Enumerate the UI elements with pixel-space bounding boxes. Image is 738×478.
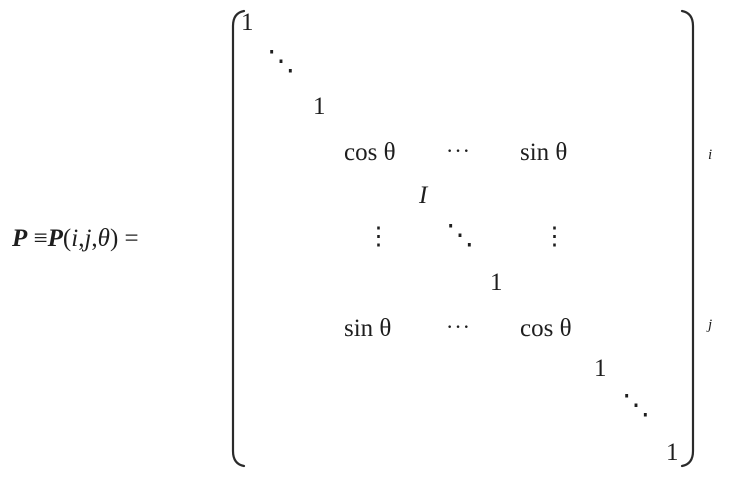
matrix-ddots-mid: ⋱ <box>446 220 474 251</box>
matrix-cdots-row-j: ··· <box>446 314 471 339</box>
matrix-entry-one-bottom: 1 <box>666 439 679 466</box>
matrix-ddots-1: ⋱ <box>267 46 295 77</box>
left-bracket <box>231 9 246 468</box>
right-bracket <box>680 9 695 468</box>
matrix-entry-sin-row-i: sin θ <box>520 139 568 166</box>
matrix-entry-one-top: 1 <box>241 9 254 36</box>
matrix-entry-cos-row-i: cos θ <box>344 140 396 165</box>
row-label-i: i <box>708 147 713 163</box>
matrix-entry-one-2: 1 <box>313 93 326 120</box>
matrix-ddots-2: ⋱ <box>622 390 650 421</box>
row-label-j: j <box>708 317 713 333</box>
matrix-entry-one-lower: 1 <box>594 355 607 382</box>
matrix-entry-sin-row-j: sin θ <box>344 315 392 342</box>
cos-theta-text: cos θ <box>344 139 396 166</box>
matrix-vdots-right: ⋮ <box>542 223 567 250</box>
matrix-vdots-left: ⋮ <box>366 223 391 250</box>
matrix-identity-block: I <box>419 182 428 209</box>
matrix-entry-cos-row-j: cos θ <box>520 315 572 342</box>
matrix-entry-one-mid: 1 <box>490 269 503 296</box>
equation-page: P ≡P(i,j,θ) = 1 ⋱ 1 cos θ ··· sin θ I ⋮ … <box>0 0 738 478</box>
matrix-cdots-row-i: ··· <box>446 138 471 163</box>
